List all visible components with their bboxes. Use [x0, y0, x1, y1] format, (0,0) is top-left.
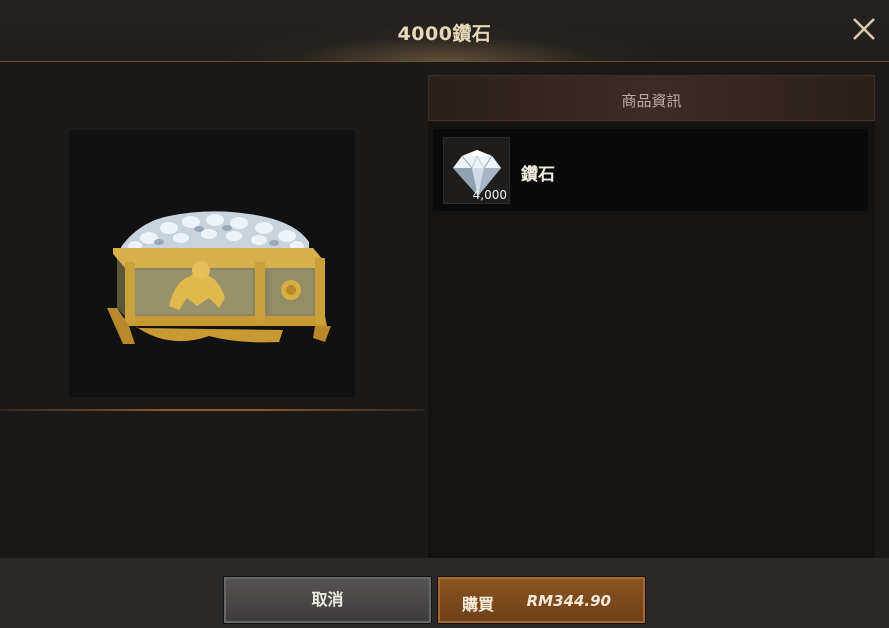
product-info-title: 商品資訊 [621, 92, 682, 110]
price-label: RM344.90 [526, 592, 611, 610]
treasure-chest-icon [107, 211, 331, 344]
item-icon-slot[interactable]: 4,000 [443, 137, 510, 204]
item-quantity: 4,000 [472, 188, 507, 202]
dialog-header: 4000鑽石 [0, 0, 889, 62]
close-icon[interactable] [849, 14, 879, 44]
buy-label: 購買 [462, 595, 495, 614]
item-name: 鑽石 [521, 165, 555, 185]
dialog-title: 4000鑽石 [397, 23, 492, 45]
buy-button[interactable]: 購買 RM344.90 [437, 576, 646, 624]
product-preview-pane [0, 63, 425, 558]
product-image [69, 130, 355, 397]
list-item: 4,000 鑽石 [433, 129, 868, 211]
product-info-header: 商品資訊 [428, 75, 875, 121]
cancel-button[interactable]: 取消 [223, 576, 432, 624]
dialog-footer: 取消 購買 RM344.90 [0, 558, 889, 628]
divider [0, 409, 425, 411]
